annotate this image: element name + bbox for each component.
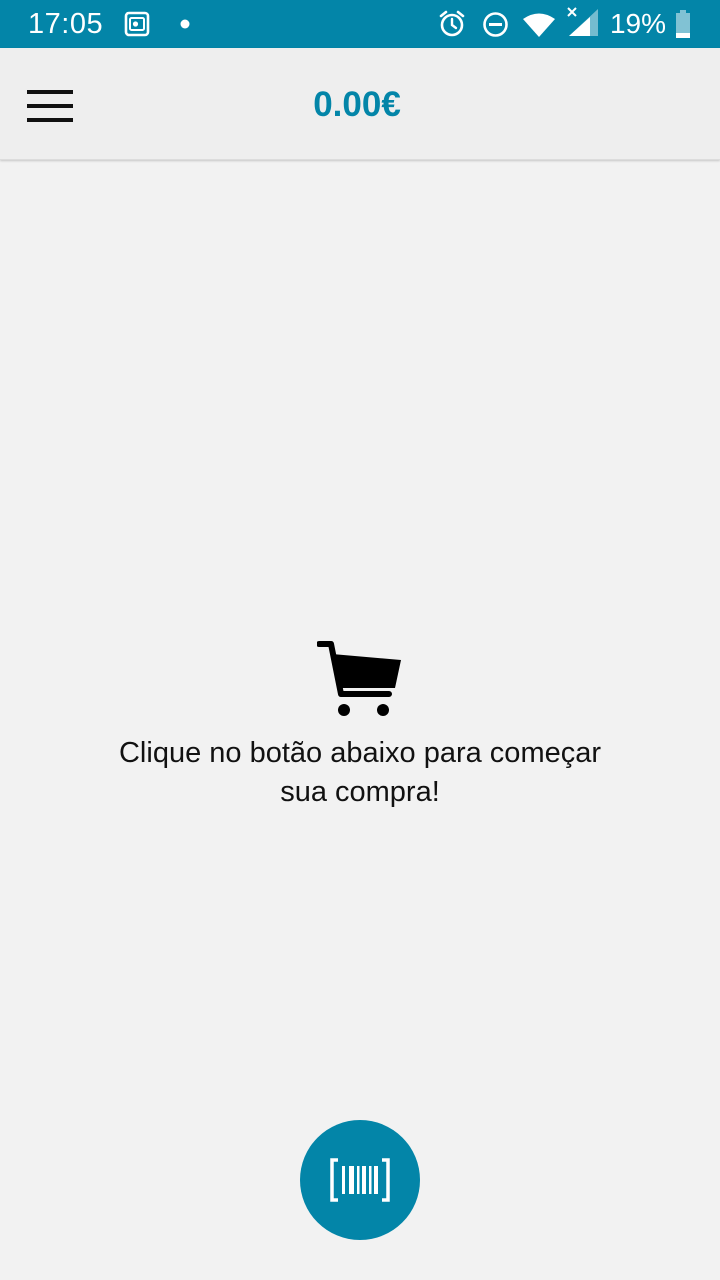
alarm-icon	[439, 10, 465, 37]
shopping-cart-icon	[317, 641, 401, 716]
empty-cart-message: Clique no botão abaixo para começar sua …	[118, 737, 602, 808]
app-bar: 0.00€	[0, 48, 720, 160]
notification-dot-icon	[180, 19, 190, 29]
scan-barcode-button[interactable]	[300, 1120, 420, 1240]
empty-cart-state: Clique no botão abaixo para começar sua …	[0, 640, 720, 812]
status-bar: 17:05 19%	[0, 0, 720, 48]
cart-total: 0.00€	[313, 85, 401, 124]
battery-icon	[676, 10, 690, 38]
wifi-icon	[523, 13, 555, 37]
battery-percent: 19%	[609, 8, 666, 39]
barcode-scan-icon	[330, 1158, 390, 1202]
screenshot-icon	[124, 11, 150, 37]
do-not-disturb-icon	[483, 12, 508, 37]
status-time: 17:05	[28, 8, 104, 40]
cellular-no-data-icon	[567, 7, 598, 36]
